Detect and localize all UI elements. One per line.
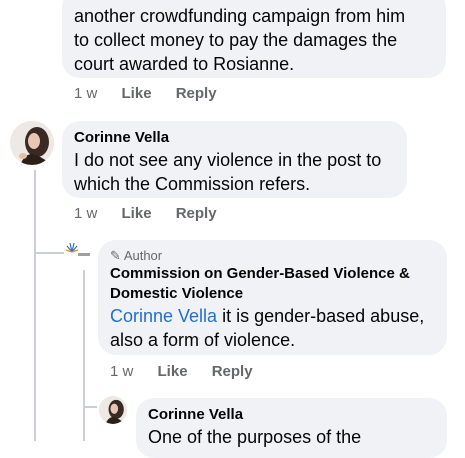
comment-text-line: to collect money to pay the damages the	[74, 30, 398, 50]
comment-author[interactable]: Corinne Vella	[148, 405, 435, 425]
comment-actions: 1 w Like Reply	[74, 205, 237, 222]
reply-button[interactable]: Reply	[212, 363, 253, 380]
comment-actions: 1 w Like Reply	[110, 363, 273, 380]
profile-photo-icon	[10, 121, 54, 165]
comment-text-line: also a form of violence.	[110, 330, 296, 350]
comment-text-line: another crowdfunding campaign from him	[74, 6, 406, 26]
thread-line-main	[34, 170, 36, 441]
profile-photo-icon	[99, 396, 127, 424]
comment-author[interactable]: Domestic Violence	[110, 284, 435, 304]
comment-text-line: I do not see any violence in the post to	[74, 150, 382, 170]
reply-button[interactable]: Reply	[176, 85, 217, 102]
comment-bubble: another crowdfunding campaign from him t…	[62, 0, 446, 78]
page-logo[interactable]	[64, 238, 92, 266]
mention-link[interactable]: Corinne Vella	[110, 306, 217, 326]
comment-timestamp[interactable]: 1 w	[110, 363, 133, 380]
commission-logo-icon	[65, 242, 90, 256]
comment-timestamp[interactable]: 1 w	[74, 85, 97, 102]
avatar[interactable]	[10, 121, 54, 165]
comment-bubble: Corinne Vella One of the purposes of the	[136, 398, 447, 458]
comment-author[interactable]: Commission on Gender-Based Violence &	[110, 264, 435, 284]
thread-line-sub	[83, 270, 85, 441]
reply-button[interactable]: Reply	[176, 205, 217, 222]
comment-text-line: court awarded to Rosianne.	[74, 54, 295, 74]
comment-text-line: Corinne Vella it is gender-based abuse,	[110, 304, 435, 328]
comment-text: it is gender-based abuse,	[217, 306, 425, 326]
comment-bubble: Corinne Vella I do not see any violence …	[62, 121, 407, 198]
comment-text-line: One of the purposes of the	[148, 427, 362, 447]
like-button[interactable]: Like	[122, 85, 152, 102]
thread-line-branch	[34, 252, 64, 254]
comment-author[interactable]: Corinne Vella	[74, 128, 395, 148]
comment-actions: 1 w Like Reply	[74, 85, 237, 102]
pencil-icon: ✎	[110, 248, 121, 263]
like-button[interactable]: Like	[158, 363, 188, 380]
thread-line-sub-branch	[83, 406, 97, 408]
comment-text-line: which the Commission refers.	[74, 174, 311, 194]
avatar[interactable]	[99, 396, 127, 424]
comment-bubble: ✎ Author Commission on Gender-Based Viol…	[98, 240, 447, 355]
like-button[interactable]: Like	[122, 205, 152, 222]
comment-timestamp[interactable]: 1 w	[74, 205, 97, 222]
author-badge: ✎ Author	[110, 248, 163, 263]
